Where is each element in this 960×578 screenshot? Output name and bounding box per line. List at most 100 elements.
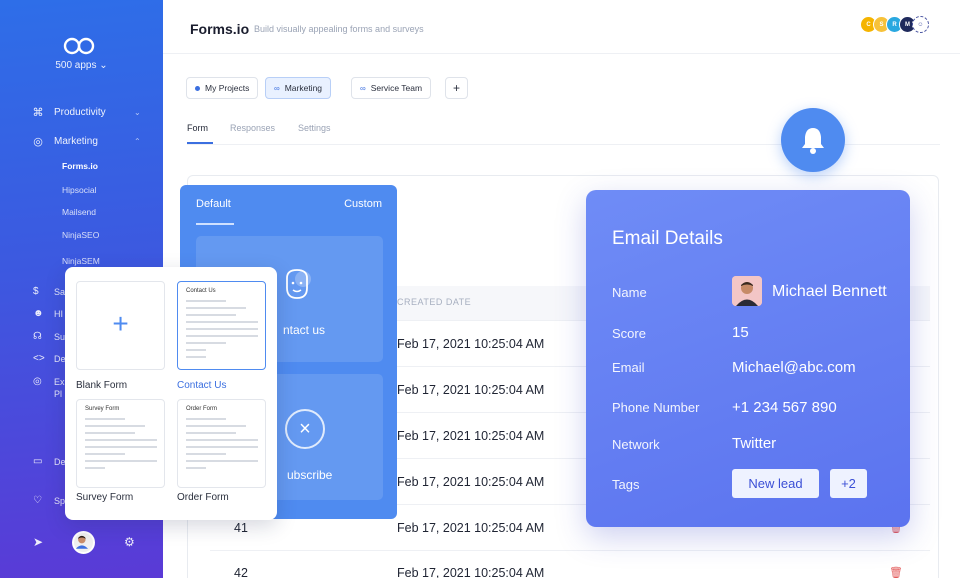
sidebar-item-label: HI (54, 309, 63, 319)
contact-phone: +1 234 567 890 (732, 399, 837, 416)
link-icon: ∞ (360, 83, 366, 93)
template-tile-order-form[interactable]: Order Form (177, 399, 266, 488)
headset-icon[interactable]: ☊ (33, 331, 42, 342)
tab-default[interactable]: Default (196, 198, 231, 210)
avatar[interactable] (72, 531, 95, 554)
avatar (732, 276, 762, 306)
sidebar-item-label: Sp (54, 496, 66, 506)
add-user-icon[interactable]: ☺ (912, 16, 929, 33)
code-icon[interactable]: <> (33, 353, 45, 364)
template-tile-blank[interactable]: + (76, 281, 165, 370)
sidebar-subitem-formsio[interactable]: Forms.io (62, 161, 98, 171)
dollar-icon[interactable]: $ (33, 286, 39, 297)
table-cell-index: 41 (234, 521, 248, 535)
field-label: Phone Number (612, 400, 700, 415)
sidebar-item-label: De (54, 457, 66, 467)
template-label: Survey Form (76, 492, 134, 503)
field-label: Name (612, 285, 647, 300)
sidebar-subitem-mailsend[interactable]: Mailsend (62, 207, 96, 217)
apps-switcher[interactable]: 500 apps ⌄ (0, 60, 163, 71)
trash-icon[interactable]: 🗑 (889, 566, 903, 578)
user-avatar-icon (75, 535, 89, 549)
template-tile-survey-form[interactable]: Survey Form (76, 399, 165, 488)
contact-name: Michael Bennett (772, 283, 887, 300)
project-my-projects[interactable]: My Projects (186, 77, 259, 99)
project-service-team[interactable]: ∞ Service Team (351, 77, 432, 99)
gear-icon[interactable]: ⚙ (124, 535, 135, 549)
table-cell-date: Feb 17, 2021 10:25:04 AM (397, 475, 545, 489)
table-cell-date: Feb 17, 2021 10:25:04 AM (397, 337, 545, 351)
contact-photo-icon (732, 276, 762, 306)
globe-icon[interactable]: ◎ (33, 376, 42, 387)
apps-label: 500 apps (55, 60, 97, 71)
plus-icon: + (112, 308, 129, 339)
tag-new-lead[interactable]: New lead (732, 469, 819, 498)
user-icon[interactable]: ☻ (33, 308, 44, 319)
sidebar-item-label: Productivity (54, 106, 106, 118)
template-card-label: ubscribe (287, 468, 333, 482)
page-title: Forms.io (190, 21, 250, 37)
table-cell-date: Feb 17, 2021 10:25:04 AM (397, 521, 545, 535)
close-icon: × (285, 409, 325, 449)
project-label: Marketing (284, 83, 323, 93)
add-project-button[interactable]: + (445, 77, 469, 99)
command-icon: ⌘ (32, 106, 44, 119)
template-preview-title: Order Form (186, 406, 218, 412)
sidebar-item-label: Sa (54, 287, 66, 297)
sidebar-item-label: Pl (54, 389, 63, 399)
bell-icon (802, 128, 824, 154)
template-tile-contact-us[interactable]: Contact Us (177, 281, 266, 370)
project-label: Service Team (370, 83, 423, 93)
template-preview-title: Contact Us (186, 288, 216, 294)
template-label: Contact Us (177, 380, 227, 391)
table-cell-index: 42 (234, 566, 248, 578)
form-template-chooser: + Blank Form Contact Us Contact Us Surve… (65, 267, 277, 520)
chevron-up-icon: ⌃ (134, 136, 141, 146)
link-icon: ∞ (274, 83, 280, 93)
template-label: Blank Form (76, 380, 128, 391)
chevron-down-icon: ⌄ (134, 107, 141, 117)
sidebar-subitem-ninjaseo[interactable]: NinjaSEO (62, 230, 99, 240)
template-preview-title: Survey Form (85, 406, 120, 412)
card-title: Email Details (612, 228, 723, 249)
tag-more[interactable]: +2 (830, 469, 867, 498)
monitor-icon[interactable]: ▭ (33, 456, 42, 467)
heart-icon[interactable]: ♡ (33, 495, 42, 506)
sidebar-subitem-ninjasem[interactable]: NinjaSEM (62, 256, 100, 266)
rocket-icon[interactable]: ➤ (33, 535, 43, 549)
sidebar-item-label: Marketing (54, 135, 98, 147)
tab-settings[interactable]: Settings (298, 123, 331, 133)
sidebar-item-label: De (54, 354, 66, 364)
collaborator-avatars[interactable]: C S R M ☺ (860, 16, 929, 33)
active-tab-indicator (187, 142, 213, 144)
column-header-created-date: CREATED DATE (397, 297, 472, 307)
template-label: Order Form (177, 492, 229, 503)
project-marketing[interactable]: ∞ Marketing (265, 77, 332, 99)
tab-custom[interactable]: Custom (344, 198, 382, 210)
sidebar-subitem-hipsocial[interactable]: Hipsocial (62, 185, 97, 195)
email-details-card: Email Details Name Michael Bennett Score… (586, 190, 910, 527)
globe-icon: ◎ (33, 135, 43, 148)
notification-bell-button[interactable] (781, 108, 845, 172)
sidebar-item-marketing[interactable]: ◎ Marketing ⌃ (32, 135, 141, 148)
dot-icon (195, 85, 200, 91)
page-tagline: Build visually appealing forms and surve… (254, 24, 424, 34)
header-divider (163, 53, 960, 54)
active-tab-indicator (196, 223, 234, 225)
contact-network: Twitter (732, 435, 777, 452)
tab-responses[interactable]: Responses (230, 123, 275, 133)
table-cell-date: Feb 17, 2021 10:25:04 AM (397, 383, 545, 397)
infinity-logo-icon[interactable] (62, 36, 96, 56)
tab-form[interactable]: Form (187, 123, 208, 133)
template-card-label: ntact us (283, 323, 326, 337)
face-icon (279, 266, 319, 306)
contact-email: Michael@abc.com (732, 359, 856, 376)
sidebar-item-productivity[interactable]: ⌘ Productivity ⌄ (32, 106, 141, 119)
field-label: Email (612, 360, 645, 375)
chevron-down-icon: ⌄ (99, 60, 108, 71)
table-cell-date: Feb 17, 2021 10:25:04 AM (397, 566, 545, 578)
field-label: Tags (612, 477, 640, 492)
sidebar-item-label: Ex (54, 377, 65, 387)
contact-score: 15 (732, 324, 749, 341)
table-cell-date: Feb 17, 2021 10:25:04 AM (397, 429, 545, 443)
